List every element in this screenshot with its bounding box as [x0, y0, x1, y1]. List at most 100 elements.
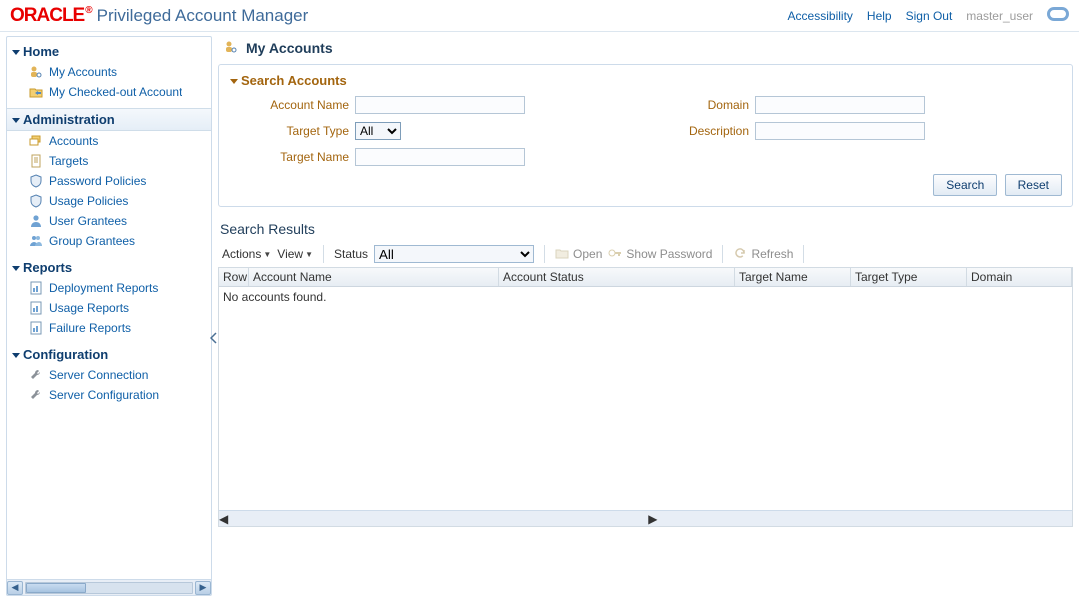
scroll-right-icon[interactable]: ▶: [195, 581, 211, 595]
report-icon: [29, 321, 43, 335]
refresh-button[interactable]: Refresh: [733, 247, 793, 262]
show-password-button[interactable]: Show Password: [608, 247, 712, 262]
domain-input[interactable]: [755, 96, 925, 114]
toolbar-divider: [544, 245, 545, 263]
nav-item-server-configuration[interactable]: Server Configuration: [7, 385, 211, 405]
disclosure-icon: [11, 263, 21, 273]
grid-body: No accounts found.: [219, 287, 1072, 510]
target-type-select[interactable]: All: [355, 122, 401, 140]
help-link[interactable]: Help: [867, 9, 892, 23]
target-name-input[interactable]: [355, 148, 525, 166]
nav-item-checked-out[interactable]: My Checked-out Account: [7, 82, 211, 102]
open-button[interactable]: Open: [555, 247, 602, 262]
nav-group-configuration[interactable]: Configuration: [7, 344, 211, 365]
brand-logo: ORACLE®: [10, 5, 91, 27]
nav-item-my-accounts[interactable]: My Accounts: [7, 62, 211, 82]
search-panel-header[interactable]: Search Accounts: [229, 73, 1062, 88]
refresh-icon: [733, 247, 747, 262]
scroll-right-icon[interactable]: ▶: [648, 512, 657, 526]
nav-group-reports[interactable]: Reports: [7, 257, 211, 278]
nav-item-targets[interactable]: Targets: [7, 151, 211, 171]
empty-message: No accounts found.: [223, 290, 326, 304]
account-name-label: Account Name: [229, 98, 349, 112]
report-icon: [29, 281, 43, 295]
nav-item-label: Usage Policies: [49, 194, 128, 208]
users-icon: [29, 234, 43, 248]
main-content: My Accounts Search Accounts Account Name…: [212, 36, 1073, 604]
shield-icon: [29, 194, 43, 208]
description-input[interactable]: [755, 122, 925, 140]
col-account-status-header[interactable]: Account Status: [499, 268, 735, 286]
nav-item-label: Failure Reports: [49, 321, 131, 335]
grid-hscroll[interactable]: ◀ ▶: [219, 510, 1072, 526]
target-name-label: Target Name: [229, 150, 349, 164]
key-icon: [608, 247, 622, 262]
app-header: ORACLE® Privileged Account Manager Acces…: [0, 0, 1079, 32]
folder-open-icon: [555, 247, 569, 262]
nav-item-usage-policies[interactable]: Usage Policies: [7, 191, 211, 211]
nav-item-label: Deployment Reports: [49, 281, 158, 295]
disclosure-icon: [11, 115, 21, 125]
person-key-icon: [224, 40, 240, 56]
nav-item-label: User Grantees: [49, 214, 127, 228]
product-title: Privileged Account Manager: [97, 6, 309, 26]
col-domain-header[interactable]: Domain: [967, 268, 1072, 286]
reset-button[interactable]: Reset: [1005, 174, 1062, 196]
cards-icon: [29, 134, 43, 148]
description-label: Description: [649, 124, 749, 138]
target-type-label: Target Type: [229, 124, 349, 138]
results-grid: Row Account Name Account Status Target N…: [218, 267, 1073, 527]
status-select[interactable]: All: [374, 245, 534, 263]
page-icon: [29, 154, 43, 168]
page-title: My Accounts: [218, 36, 1073, 64]
nav-item-label: Usage Reports: [49, 301, 129, 315]
nav-item-usage-reports[interactable]: Usage Reports: [7, 298, 211, 318]
search-button[interactable]: Search: [933, 174, 997, 196]
search-panel: Search Accounts Account Name Target Type…: [218, 64, 1073, 207]
nav-item-label: My Accounts: [49, 65, 117, 79]
user-icon: [29, 214, 43, 228]
scroll-track[interactable]: [25, 582, 193, 594]
disclosure-icon: [229, 76, 239, 86]
col-target-name-header[interactable]: Target Name: [735, 268, 851, 286]
oracle-o-icon: [1047, 7, 1069, 24]
nav-item-password-policies[interactable]: Password Policies: [7, 171, 211, 191]
wrench-icon: [29, 368, 43, 382]
nav-item-label: Server Connection: [49, 368, 148, 382]
current-user: master_user: [966, 9, 1033, 23]
nav-item-label: Password Policies: [49, 174, 146, 188]
nav-item-failure-reports[interactable]: Failure Reports: [7, 318, 211, 338]
account-name-input[interactable]: [355, 96, 525, 114]
nav-group-home[interactable]: Home: [7, 41, 211, 62]
view-menu[interactable]: View▼: [277, 247, 313, 261]
nav-item-server-connection[interactable]: Server Connection: [7, 365, 211, 385]
scroll-left-icon[interactable]: ◀: [7, 581, 23, 595]
accessibility-link[interactable]: Accessibility: [788, 9, 853, 23]
nav-item-label: My Checked-out Account: [49, 85, 182, 99]
nav-item-group-grantees[interactable]: Group Grantees: [7, 231, 211, 251]
folder-out-icon: [29, 85, 43, 99]
nav-group-administration[interactable]: Administration: [7, 108, 211, 131]
shield-icon: [29, 174, 43, 188]
report-icon: [29, 301, 43, 315]
nav-item-accounts[interactable]: Accounts: [7, 131, 211, 151]
actions-menu[interactable]: Actions▼: [222, 247, 271, 261]
splitter-handle[interactable]: [208, 332, 220, 344]
nav-item-label: Accounts: [49, 134, 98, 148]
nav-item-label: Group Grantees: [49, 234, 135, 248]
grid-header: Row Account Name Account Status Target N…: [219, 268, 1072, 287]
col-row-header[interactable]: Row: [219, 268, 249, 286]
col-account-name-header[interactable]: Account Name: [249, 268, 499, 286]
scroll-thumb[interactable]: [26, 583, 86, 593]
nav-item-deployment-reports[interactable]: Deployment Reports: [7, 278, 211, 298]
caret-down-icon: ▼: [263, 250, 271, 259]
scroll-left-icon[interactable]: ◀: [219, 512, 228, 526]
sidebar-hscroll[interactable]: ◀ ▶: [7, 579, 211, 595]
wrench-icon: [29, 388, 43, 402]
nav-sidebar: Home My Accounts My Checked-out Account …: [6, 36, 212, 596]
toolbar-divider: [323, 245, 324, 263]
nav-item-user-grantees[interactable]: User Grantees: [7, 211, 211, 231]
signout-link[interactable]: Sign Out: [906, 9, 953, 23]
col-target-type-header[interactable]: Target Type: [851, 268, 967, 286]
disclosure-icon: [11, 47, 21, 57]
